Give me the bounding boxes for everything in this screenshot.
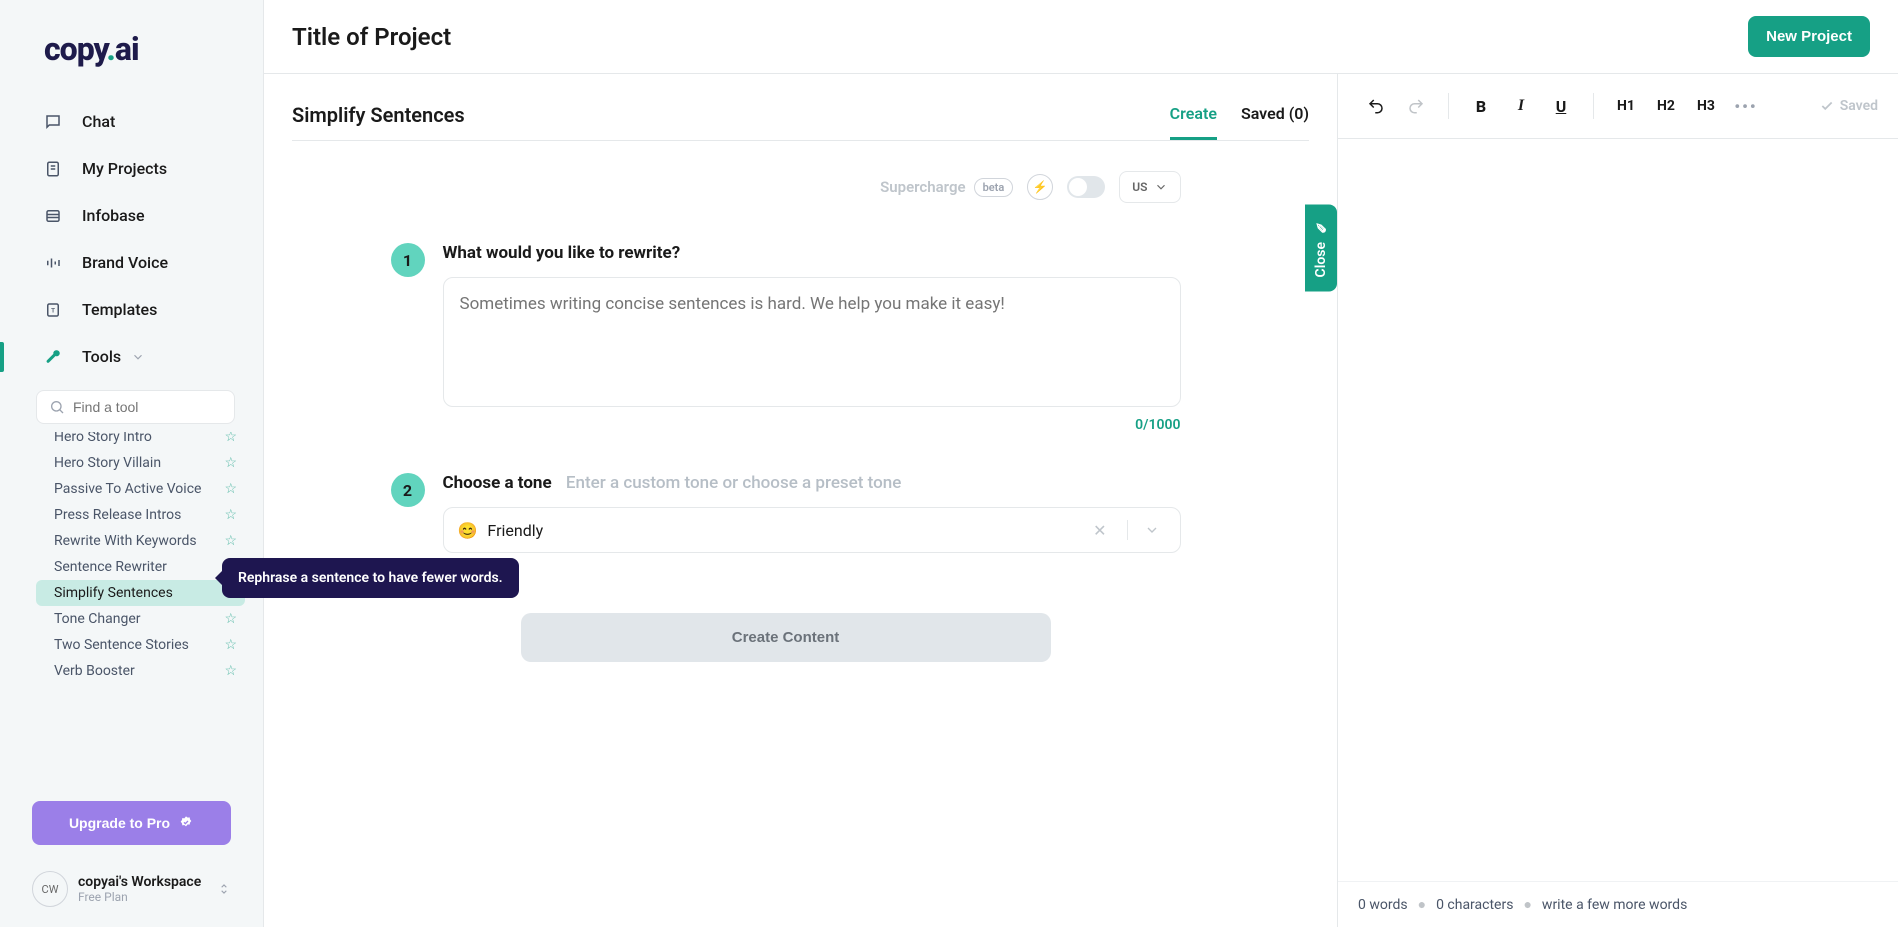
chevron-updown-icon (217, 880, 231, 898)
nav-templates[interactable]: T Templates (0, 286, 263, 333)
logo: copy.ai (0, 0, 263, 88)
step-number: 2 (391, 473, 425, 507)
star-icon[interactable]: ☆ (224, 533, 237, 549)
editor-pane: B I U H1 H2 H3 ••• Saved (1338, 74, 1898, 927)
nav-tools[interactable]: Tools (0, 333, 263, 380)
tool-item[interactable]: Sentence Rewriter☆ (36, 554, 245, 580)
tool-search-input[interactable] (73, 399, 254, 415)
rewrite-input[interactable] (443, 277, 1181, 407)
chat-icon (44, 113, 68, 131)
tool-item[interactable]: Verb Booster☆ (36, 658, 245, 684)
star-icon[interactable]: ☆ (224, 455, 237, 471)
h3-button[interactable]: H3 (1688, 88, 1724, 124)
tooltip: Rephrase a sentence to have fewer words. (222, 558, 519, 598)
nav-label: Templates (82, 300, 157, 319)
workspace-switcher[interactable]: CW copyai's Workspace Free Plan (0, 859, 263, 927)
upgrade-button[interactable]: Upgrade to Pro (32, 801, 231, 845)
close-tab[interactable]: Close ✎ (1305, 204, 1337, 291)
star-icon[interactable]: ☆ (224, 507, 237, 523)
nav-label: Infobase (82, 206, 145, 225)
workspace-name: copyai's Workspace (78, 874, 217, 890)
h2-button[interactable]: H2 (1648, 88, 1684, 124)
tool-item-simplify-sentences[interactable]: Simplify Sentences☆ (36, 580, 245, 606)
sidebar: copy.ai Chat My Projects Infobase Brand … (0, 0, 264, 927)
nav-label: My Projects (82, 159, 167, 178)
step-number: 1 (391, 243, 425, 277)
tool-item[interactable]: Press Release Intros☆ (36, 502, 245, 528)
star-icon[interactable]: ☆ (224, 637, 237, 653)
project-title[interactable]: Title of Project (292, 23, 451, 51)
word-count: 0 words (1358, 897, 1408, 913)
tool-item[interactable]: Passive To Active Voice☆ (36, 476, 245, 502)
tabs: Create Saved (0) (1170, 90, 1309, 140)
document-icon (44, 160, 68, 178)
database-icon (44, 207, 68, 225)
italic-button[interactable]: I (1503, 88, 1539, 124)
topbar: Title of Project New Project (264, 0, 1898, 74)
saved-status: Saved (1820, 98, 1878, 114)
tool-item[interactable]: Hero Story Villain☆ (36, 450, 245, 476)
tool-item[interactable]: Tone Changer☆ (36, 606, 245, 632)
step1-label: What would you like to rewrite? (443, 243, 1181, 263)
tab-create[interactable]: Create (1170, 90, 1217, 140)
beta-badge: beta (974, 178, 1014, 197)
nav-projects[interactable]: My Projects (0, 145, 263, 192)
content-pane: Simplify Sentences Create Saved (0) Supe… (264, 74, 1338, 927)
nav-label: Brand Voice (82, 253, 168, 272)
editor-toolbar: B I U H1 H2 H3 ••• Saved (1338, 74, 1898, 139)
template-icon: T (44, 301, 68, 319)
clear-icon[interactable]: ✕ (1083, 521, 1116, 540)
wrench-icon (44, 348, 68, 366)
bold-button[interactable]: B (1463, 88, 1499, 124)
nav-label: Chat (82, 112, 115, 131)
h1-button[interactable]: H1 (1608, 88, 1644, 124)
nav: Chat My Projects Infobase Brand Voice T … (0, 88, 263, 380)
star-icon[interactable]: ☆ (224, 481, 237, 497)
nav-brand-voice[interactable]: Brand Voice (0, 239, 263, 286)
editor-footer: 0 words ● 0 characters ● write a few mor… (1338, 881, 1898, 927)
language-selector[interactable]: US (1119, 171, 1180, 203)
char-counter: 0/1000 (443, 417, 1181, 433)
emoji-icon: 😊 (458, 521, 478, 540)
main: Title of Project New Project Simplify Se… (264, 0, 1898, 927)
pencil-icon: ✎ (1313, 218, 1329, 234)
supercharge-label: Supercharge beta (880, 178, 1013, 197)
bolt-icon: ⚡ (1027, 174, 1053, 200)
tool-item[interactable]: Rewrite With Keywords☆ (36, 528, 245, 554)
undo-button[interactable] (1358, 88, 1394, 124)
char-count: 0 characters (1436, 897, 1513, 913)
tool-search[interactable] (36, 390, 235, 424)
star-icon[interactable]: ☆ (224, 663, 237, 679)
new-project-button[interactable]: New Project (1748, 16, 1870, 57)
step2-label: Choose a tone Enter a custom tone or cho… (443, 473, 1181, 493)
tool-title: Simplify Sentences (292, 103, 465, 127)
redo-button[interactable] (1398, 88, 1434, 124)
tab-saved[interactable]: Saved (0) (1241, 90, 1309, 140)
tone-select[interactable]: 😊 Friendly ✕ (443, 507, 1181, 553)
underline-button[interactable]: U (1543, 88, 1579, 124)
tone-value: Friendly (487, 521, 1073, 540)
workspace-avatar: CW (32, 871, 68, 907)
svg-text:T: T (51, 306, 55, 314)
nav-infobase[interactable]: Infobase (0, 192, 263, 239)
supercharge-toggle[interactable] (1067, 176, 1105, 198)
more-button[interactable]: ••• (1728, 88, 1764, 124)
tool-item[interactable]: Two Sentence Stories☆ (36, 632, 245, 658)
chevron-down-icon[interactable] (1138, 522, 1166, 538)
editor-body[interactable] (1338, 139, 1898, 881)
nav-label: Tools (82, 347, 121, 366)
nav-chat[interactable]: Chat (0, 98, 263, 145)
equalizer-icon (44, 254, 68, 272)
star-icon[interactable]: ☆ (224, 611, 237, 627)
chevron-down-icon (131, 350, 145, 364)
star-icon[interactable]: ☆ (224, 432, 237, 445)
create-content-button[interactable]: Create Content (521, 613, 1051, 662)
tool-item[interactable]: Hero Story Intro☆ (36, 432, 245, 450)
footer-hint: write a few more words (1542, 897, 1687, 913)
verified-icon (178, 815, 194, 831)
workspace-plan: Free Plan (78, 890, 217, 904)
search-icon (49, 399, 65, 415)
